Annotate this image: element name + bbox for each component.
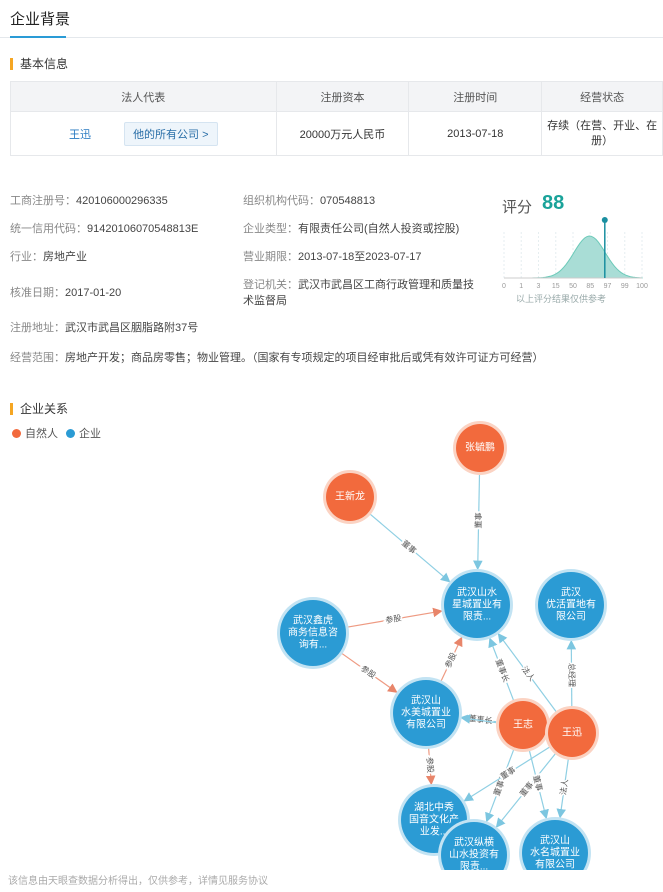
node-label: 张毓鹏 [465,441,495,454]
score-tick-label: 50 [569,283,577,290]
reg-authority: 登记机关：武汉市武昌区工商行政管理和质量技 术监督局 [243,279,474,307]
basic-info-title: 基本信息 [20,57,69,71]
node-label: 武汉山 [540,834,570,847]
score-note: 以上评分结果仅供参考 [516,294,607,304]
table-header-row: 法人代表 注册资本 注册时间 经营状态 [10,81,663,112]
score-tick-label: 85 [586,283,594,290]
node-label: 武汉鑫虎 [293,614,333,627]
col-status: 经营状态 [541,81,663,112]
edge-label: 参股 [359,663,378,680]
basic-info-heading: 基本信息 [10,55,68,72]
industry: 行业：房地产业 [10,251,87,263]
company-node-youhuo[interactable]: 武汉优活置地有限公司 [535,569,607,641]
status-line1: 存续（在营、开业、在 [547,119,658,132]
title-underline [10,36,66,38]
edge-label: 参股 [442,651,458,670]
score-marker-pin [601,217,608,223]
node-label: 星城置业有 [452,598,502,611]
legal-rep-cell: 王迅 他的所有公司 > [10,111,277,156]
company-node-shuimei[interactable]: 武汉山水美城置业有限公司 [390,677,462,749]
node-label: 水美城置业 [401,706,451,719]
footer-note: 该信息由天眼查数据分析得出，仅供参考，详情见服务协议 [8,876,268,887]
node-label: 有限公司 [535,858,575,871]
status-cell: 存续（在营、开业、在 册） [541,111,663,156]
score-distribution-chart: 0 1 3 15 50 85 97 99 100 [502,217,648,290]
edge-label: 总经理 [567,663,577,687]
node-label: 水名城置业 [530,846,580,859]
node-label: 限责... [460,860,488,871]
edge-label: 法人 [520,664,538,683]
company-node-xingcheng[interactable]: 武汉山水星城置业有限责... [441,569,513,641]
node-label: 限责... [463,610,491,623]
node-label: 湖北中秀 [414,801,454,814]
company-type: 企业类型：有限责任公司(自然人投资或控股) [243,223,460,235]
reg-no: 工商注册号：420106000296335 [10,195,168,207]
node-label: 优活置地有 [546,598,596,611]
edge-label: 参股 [425,757,436,774]
node-label: 商务信息咨 [288,626,338,639]
node-label: 武汉 [561,586,581,599]
approve-date: 核准日期：2017-01-20 [10,287,122,299]
score-tick-label: 99 [621,283,629,290]
reg-date-cell: 2013-07-18 [408,111,543,156]
node-label: 武汉山 [411,694,441,707]
edge-label: 参股 [385,612,402,625]
person-node-wangzhi[interactable]: 王志 [496,698,550,752]
score-tick-label: 0 [502,283,506,290]
credit-code: 统一信用代码：91420106070548813E [10,223,199,235]
basic-info-table: 法人代表 注册资本 注册时间 经营状态 王迅 他的所有公司 > 20000万元人… [10,81,663,156]
all-companies-button[interactable]: 他的所有公司 > [124,121,218,146]
business-scope: 经营范围：房地产开发；商品房零售；物业管理。（国家有专项规定的项目经审批后或凭有… [10,352,544,364]
edge-label: 法人 [558,778,570,795]
node-label: 王新龙 [335,490,365,503]
edge-label: 董事 [531,774,545,792]
score-tick-label: 100 [636,283,648,290]
node-label: 限公司 [556,611,586,623]
node-label: 武汉纵横 [454,836,494,849]
edge-label: 董事长 [494,657,512,683]
section-bar [10,402,13,415]
business-period: 营业期限：2013-07-18至2023-07-17 [243,251,422,263]
col-capital: 注册资本 [275,81,410,112]
node-label: 询有... [299,638,327,651]
distribution-curve [504,235,643,279]
section-bar [10,57,13,70]
table-row: 王迅 他的所有公司 > 20000万元人民币 2013-07-18 存续（在营、… [10,111,663,156]
edge-label: 董事 [473,512,483,528]
node-label: 王迅 [562,727,582,739]
company-node-xinhu[interactable]: 武汉鑫虎商务信息咨询有... [277,597,349,669]
score-tick-label: 3 [537,283,541,290]
score-tick-label: 15 [552,283,560,290]
node-label: 山水投资有 [449,848,499,861]
node-label: 王志 [513,718,533,731]
score-tick-label: 1 [519,283,523,290]
title-divider [0,37,663,38]
reg-address: 注册地址：武汉市武昌区胭脂路附37号 [10,322,199,334]
person-node-zhang[interactable]: 张毓鹏 [453,421,507,475]
col-reg-date: 注册时间 [408,81,543,112]
relation-graph[interactable]: 董事董事参股参股参股董事长法人总经理董事长董事参股董事长董事法人董事参股董事张毓… [0,415,663,870]
status-line2: 册） [591,134,614,147]
col-legal-rep: 法人代表 [10,81,277,112]
company-node-shuiming[interactable]: 武汉山水名城置业有限公司 [519,817,591,870]
score-tick-label: 97 [604,283,612,290]
node-label: 有限公司 [406,718,446,731]
capital-cell: 20000万元人民币 [275,111,410,156]
person-node-wangxl[interactable]: 王新龙 [323,470,377,524]
node-label: 国音文化产 [409,813,459,826]
legal-rep-link[interactable]: 王迅 [69,129,91,141]
org-code: 组织机构代码：070548813 [243,195,376,207]
node-label: 武汉山水 [457,586,497,599]
person-node-wangxun[interactable]: 王迅 [545,706,599,760]
page-title: 企业背景 [10,11,71,28]
